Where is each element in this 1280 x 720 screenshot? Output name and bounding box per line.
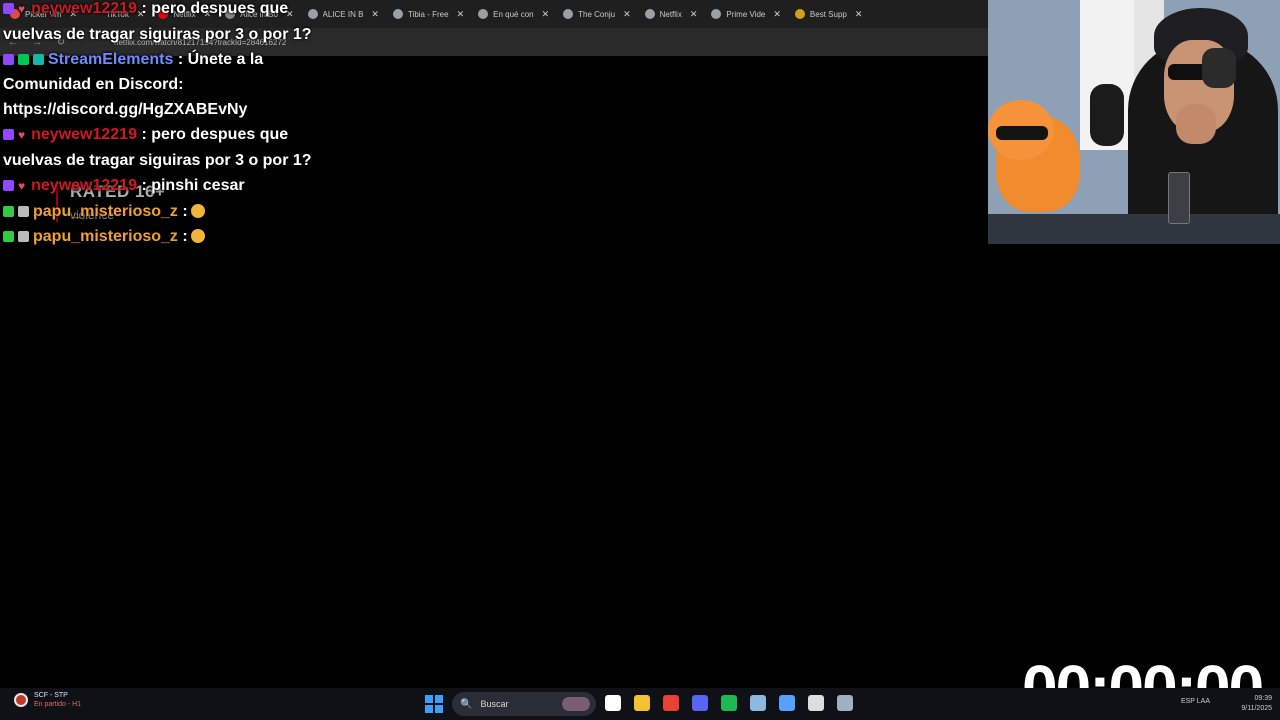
- taskbar: SCF - STP En partido - H1 🔍 Buscar ESP L…: [0, 688, 1280, 720]
- chat-text: :: [182, 228, 188, 245]
- tab-label: Prime Vide: [726, 9, 766, 19]
- clock-time: 09:39: [1254, 695, 1272, 702]
- headset: [1202, 48, 1236, 88]
- chat-message: ♥ neywew12219 : pero despues que vuelvas …: [3, 122, 323, 173]
- widget-title: SCF - STP: [34, 692, 68, 699]
- chat-badge-icon: [3, 3, 14, 14]
- steam-icon[interactable]: [750, 695, 766, 711]
- chat-badge-icon: [3, 180, 14, 191]
- tab-close-icon[interactable]: ✕: [542, 9, 550, 20]
- notepad-icon[interactable]: [779, 695, 795, 711]
- tab-favicon-icon: [478, 9, 489, 19]
- plush-sunglasses: [996, 126, 1048, 140]
- team-crest-icon: [14, 693, 28, 707]
- webcam-feed: [988, 0, 1280, 244]
- chat-overlay: ♥ neywew12219 : pero despues que vuelvas …: [3, 0, 323, 249]
- search-highlight-icon: [562, 697, 590, 711]
- browser-tab[interactable]: En qué con ✕: [472, 3, 555, 25]
- chat-badge-icon: [18, 206, 29, 217]
- search-icon: 🔍: [460, 698, 473, 710]
- heart-badge-icon: ♥: [18, 179, 26, 193]
- streamer-hand: [1176, 104, 1216, 144]
- spotify-icon[interactable]: [721, 695, 737, 711]
- clap-emoji-icon: [190, 229, 205, 243]
- tab-close-icon[interactable]: ✕: [690, 9, 698, 20]
- tab-label: En qué con: [493, 9, 534, 19]
- tab-favicon-icon: [711, 9, 722, 19]
- browser-tab[interactable]: Best Supp ✕: [789, 3, 868, 25]
- chat-message: StreamElements : Únete a la Comunidad en…: [3, 47, 323, 122]
- chat-badge-icon: [18, 54, 29, 65]
- chat-badge-icon: [33, 54, 44, 65]
- calculator-icon[interactable]: [837, 695, 853, 711]
- task-view-icon[interactable]: [605, 695, 621, 711]
- heart-badge-icon: ♥: [18, 2, 26, 16]
- chat-text: :: [182, 203, 188, 220]
- clock-date: 9/11/2025: [1241, 705, 1272, 712]
- file-explorer-icon[interactable]: [634, 695, 650, 711]
- tab-close-icon[interactable]: ✕: [855, 9, 863, 20]
- clap-emoji-icon: [190, 204, 205, 218]
- chat-username: neywew12219: [31, 177, 137, 194]
- tab-favicon-icon: [392, 9, 403, 19]
- search-placeholder: Buscar: [480, 699, 509, 709]
- browser-tab[interactable]: Tibia - Free ✕: [387, 3, 470, 25]
- windows-start-icon[interactable]: [425, 695, 443, 713]
- browser-tab[interactable]: Netflix ✕: [639, 3, 704, 25]
- chat-message: ♥ neywew12219 : pinshi cesar: [3, 173, 323, 199]
- chat-text: : pinshi cesar: [141, 177, 245, 194]
- chat-badge-icon: [3, 231, 14, 242]
- tab-favicon-icon: [563, 9, 574, 19]
- tab-favicon-icon: [794, 9, 805, 19]
- tab-close-icon[interactable]: ✕: [371, 9, 379, 20]
- chrome-icon[interactable]: [663, 695, 679, 711]
- chat-badge-icon: [3, 129, 14, 140]
- chat-message: papu_misterioso_z :: [3, 199, 323, 224]
- chat-badge-icon: [18, 231, 29, 242]
- chat-username: neywew12219: [31, 0, 137, 17]
- heart-badge-icon: ♥: [18, 128, 26, 142]
- discord-icon[interactable]: [692, 695, 708, 711]
- chat-message: ♥ neywew12219 : pero despues que vuelvas …: [3, 0, 323, 47]
- taskbar-clock[interactable]: 09:39 9/11/2025: [1241, 694, 1272, 714]
- tab-close-icon[interactable]: ✕: [457, 9, 465, 20]
- phone: [1168, 172, 1190, 224]
- tab-label: The Conju: [578, 9, 616, 19]
- taskbar-search[interactable]: 🔍 Buscar: [452, 692, 596, 716]
- tab-close-icon[interactable]: ✕: [623, 9, 631, 20]
- system-tray[interactable]: ESP LAA: [1181, 698, 1210, 705]
- chat-username: papu_misterioso_z: [33, 228, 178, 245]
- obs-icon[interactable]: [808, 695, 824, 711]
- desk: [988, 214, 1280, 244]
- tab-close-icon[interactable]: ✕: [773, 9, 781, 20]
- chat-badge-icon: [3, 206, 14, 217]
- chat-username: papu_misterioso_z: [33, 203, 178, 220]
- tab-label: Tibia - Free: [407, 9, 449, 19]
- tab-label: Best Supp: [809, 9, 847, 19]
- tab-label: Netflix: [659, 9, 682, 19]
- chat-username: neywew12219: [31, 126, 137, 143]
- tab-label: ALICE IN B: [322, 9, 364, 19]
- chat-message: papu_misterioso_z :: [3, 224, 323, 249]
- browser-tab[interactable]: The Conju ✕: [557, 3, 636, 25]
- chat-username: StreamElements: [48, 51, 174, 68]
- widget-subtitle: En partido - H1: [34, 701, 82, 708]
- microphone: [1090, 84, 1124, 146]
- taskbar-widget[interactable]: SCF - STP En partido - H1: [14, 692, 81, 708]
- chat-badge-icon: [3, 54, 14, 65]
- browser-tab[interactable]: Prime Vide ✕: [705, 3, 787, 25]
- tab-favicon-icon: [644, 9, 655, 19]
